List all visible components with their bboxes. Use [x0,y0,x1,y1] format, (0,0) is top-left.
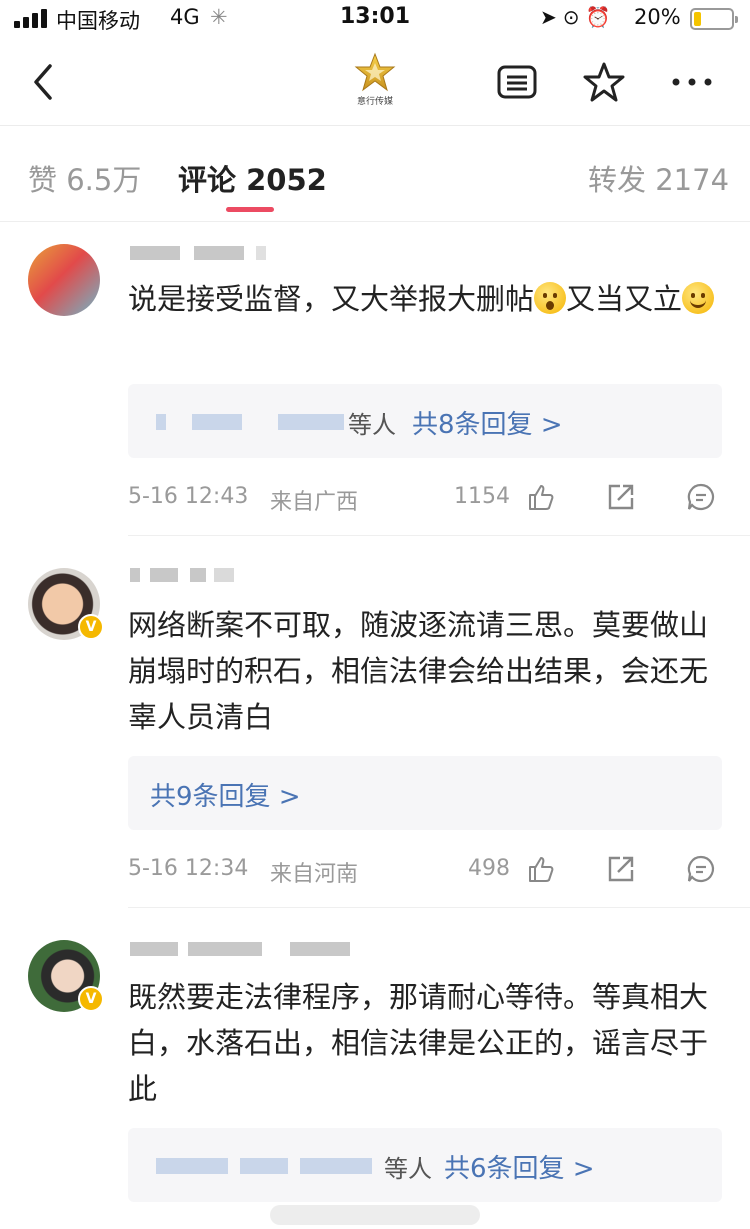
comment-time: 5-16 12:34 [128,856,249,881]
reply-user-blurred [156,414,166,430]
reply-user-blurred [192,414,242,430]
tab-comments[interactable]: 评论 2052 [178,157,327,199]
shock-emoji-icon [534,282,567,314]
avatar[interactable] [28,244,100,316]
share-icon[interactable] [606,482,636,512]
home-indicator [270,1205,480,1225]
username-blurred[interactable] [130,562,280,588]
star-logo-icon [354,52,396,92]
reply-count-link[interactable]: 共9条回复 > [150,776,301,813]
reply-users-suffix: 等人 [348,411,396,439]
location-lock-alarm-icons: ➤⊙⏰ [540,5,617,29]
comment-text: 说是接受监督，又大举报大删帖 又当又立 [128,276,728,322]
reply-user-blurred [300,1158,372,1174]
replies-box[interactable]: 共9条回复 > [128,756,722,830]
reply-users-suffix: 等人 [384,1155,432,1183]
comment-text: 网络断案不可取，随波逐流请三思。莫要做山崩塌时的积石，相信法律会给出结果，会还无… [128,608,709,734]
back-arrow-icon[interactable] [26,60,66,104]
like-thumb-icon[interactable] [526,482,556,512]
reply-comment-icon[interactable] [686,854,716,884]
comment-location: 来自河南 [270,862,359,887]
verified-badge-icon: V [78,614,104,640]
reply-count-link[interactable]: 共8条回复 > [412,404,563,441]
tab-reposts[interactable]: 转发 2174 [588,157,729,199]
tab-bar: 赞 6.5万 评论 2052 转发 2174 [0,127,750,222]
reply-user-blurred [156,1158,228,1174]
reply-comment-icon[interactable] [686,482,716,512]
replies-box[interactable]: 等人 共8条回复 > [128,384,722,458]
comment-text-part: 又当又立 [566,282,683,316]
more-icon[interactable] [670,60,714,104]
username-blurred[interactable] [130,240,280,266]
comment-time: 5-16 12:43 [128,484,249,509]
brand-logo: 意行传媒 [350,52,400,112]
smile-emoji-icon [682,282,715,314]
comment-text-part: 说是接受监督，又大举报大删帖 [128,282,535,316]
like-count: 498 [468,856,510,881]
divider [128,907,750,908]
reply-user-blurred [240,1158,288,1174]
active-tab-indicator [226,207,274,212]
battery-percent: 20% [634,5,681,29]
comment-location: 来自广西 [270,490,359,515]
username-blurred[interactable] [130,936,360,962]
reply-user-blurred [278,414,344,430]
verified-badge-icon: V [78,986,104,1012]
divider [128,535,750,536]
tab-likes[interactable]: 赞 6.5万 [28,157,141,199]
like-count: 1154 [454,484,510,509]
reply-count-link[interactable]: 共6条回复 > [444,1148,595,1185]
status-bar: 中国移动 4G ✳ 13:01 ➤⊙⏰ 20% [0,0,750,40]
logo-text: 意行传媒 [356,97,393,107]
star-icon[interactable] [582,60,626,104]
battery-icon [690,8,738,30]
article-icon[interactable] [495,60,539,104]
top-nav-bar: 意行传媒 [0,40,750,126]
share-icon[interactable] [606,854,636,884]
comment-text: 既然要走法律程序，那请耐心等待。等真相大白，水落石出，相信法律是公正的，谣言尽于… [128,980,709,1106]
like-thumb-icon[interactable] [526,854,556,884]
replies-box[interactable]: 等人 共6条回复 > [128,1128,722,1202]
